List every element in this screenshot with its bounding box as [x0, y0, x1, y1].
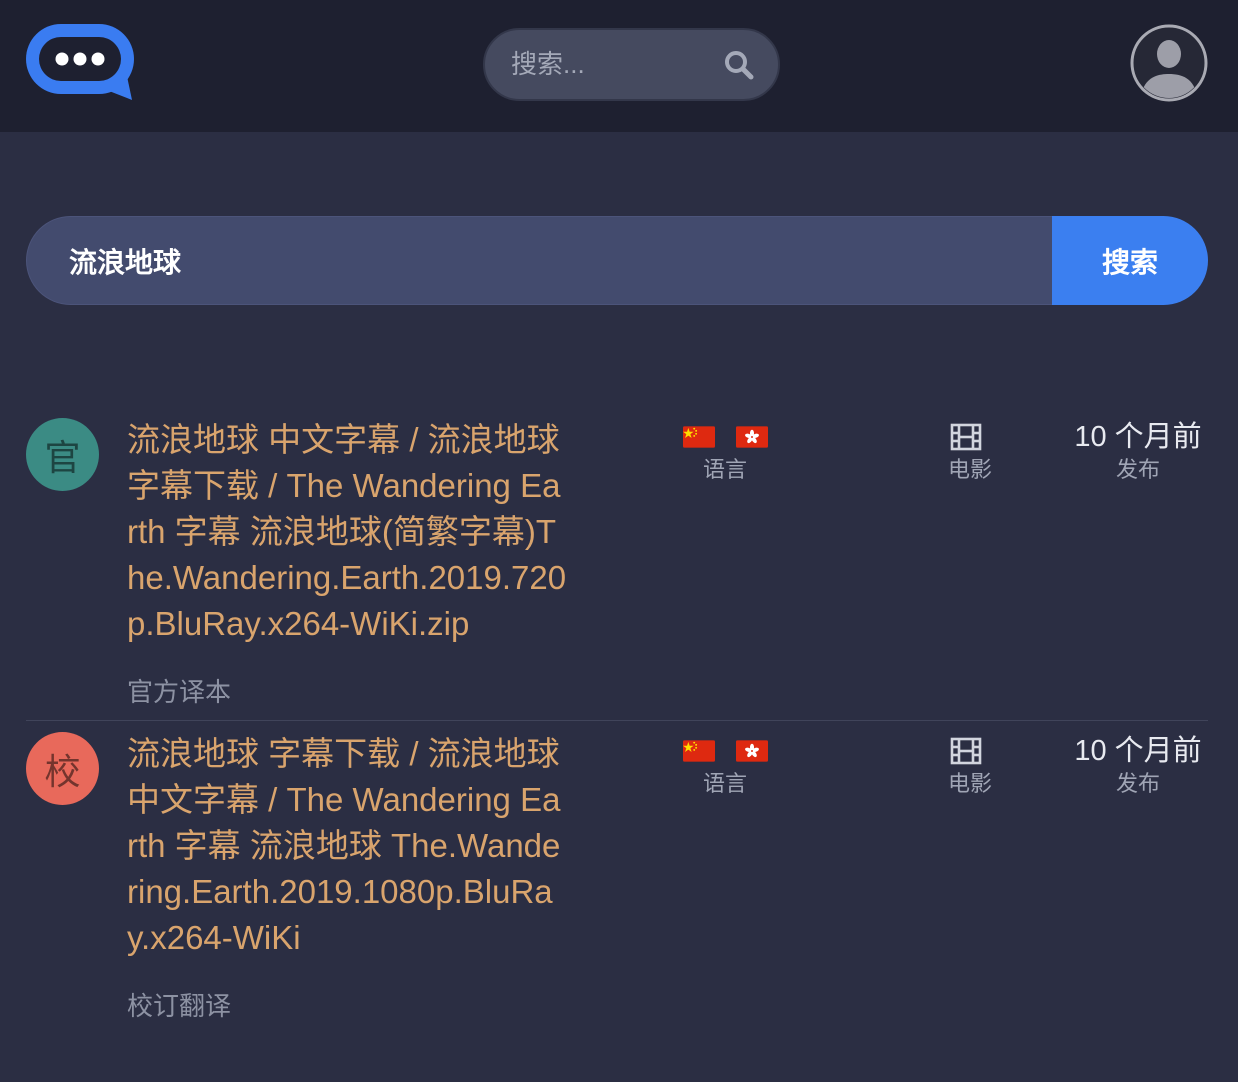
hong-kong-flag-icon	[735, 740, 768, 762]
result-title-link[interactable]: 流浪地球 字幕下载 / 流浪地球 中文字幕 / The Wandering Ea…	[127, 731, 567, 961]
page: 搜索 官 流浪地球 中文字幕 / 流浪地球 字幕下载 / The Wanderi…	[0, 0, 1238, 1082]
result-badge: 官	[26, 418, 99, 491]
main-search-input[interactable]	[26, 216, 1052, 305]
result-languages: 语言	[670, 733, 780, 799]
film-icon	[950, 423, 982, 451]
china-flag-icon	[682, 426, 715, 448]
result-category: 电影	[918, 733, 1022, 799]
result-subtitle: 官方译本	[127, 677, 232, 707]
result-languages: 语言	[670, 419, 780, 485]
chat-bubble-logo-icon[interactable]	[26, 24, 134, 100]
hong-kong-flag-icon	[735, 426, 768, 448]
user-avatar-icon[interactable]	[1130, 24, 1208, 102]
language-label: 语言	[702, 771, 747, 796]
result-category: 电影	[918, 419, 1022, 485]
result-badge: 校	[26, 732, 99, 805]
result-time: 10 个月前 发布	[1064, 419, 1212, 485]
time-label: 发布	[1115, 457, 1160, 482]
result-item: 校 流浪地球 字幕下载 / 流浪地球 中文字幕 / The Wandering …	[0, 721, 1238, 1035]
film-icon	[950, 737, 982, 765]
main-search-bar: 搜索	[26, 216, 1208, 305]
result-item: 官 流浪地球 中文字幕 / 流浪地球 字幕下载 / The Wandering …	[0, 407, 1238, 721]
time-value: 10 个月前	[1074, 421, 1202, 453]
category-label: 电影	[947, 457, 992, 482]
header-search-box	[483, 28, 780, 101]
result-subtitle: 校订翻译	[127, 991, 232, 1021]
results-list: 官 流浪地球 中文字幕 / 流浪地球 字幕下载 / The Wandering …	[0, 407, 1238, 1035]
result-title-link[interactable]: 流浪地球 中文字幕 / 流浪地球 字幕下载 / The Wandering Ea…	[127, 417, 567, 647]
language-label: 语言	[702, 457, 747, 482]
search-button[interactable]: 搜索	[1052, 216, 1208, 305]
header-search-input[interactable]	[511, 30, 711, 99]
top-bar	[0, 0, 1238, 132]
time-label: 发布	[1115, 771, 1160, 796]
time-value: 10 个月前	[1074, 735, 1202, 767]
result-time: 10 个月前 发布	[1064, 733, 1212, 799]
china-flag-icon	[682, 740, 715, 762]
search-icon[interactable]	[724, 50, 754, 80]
category-label: 电影	[947, 771, 992, 796]
